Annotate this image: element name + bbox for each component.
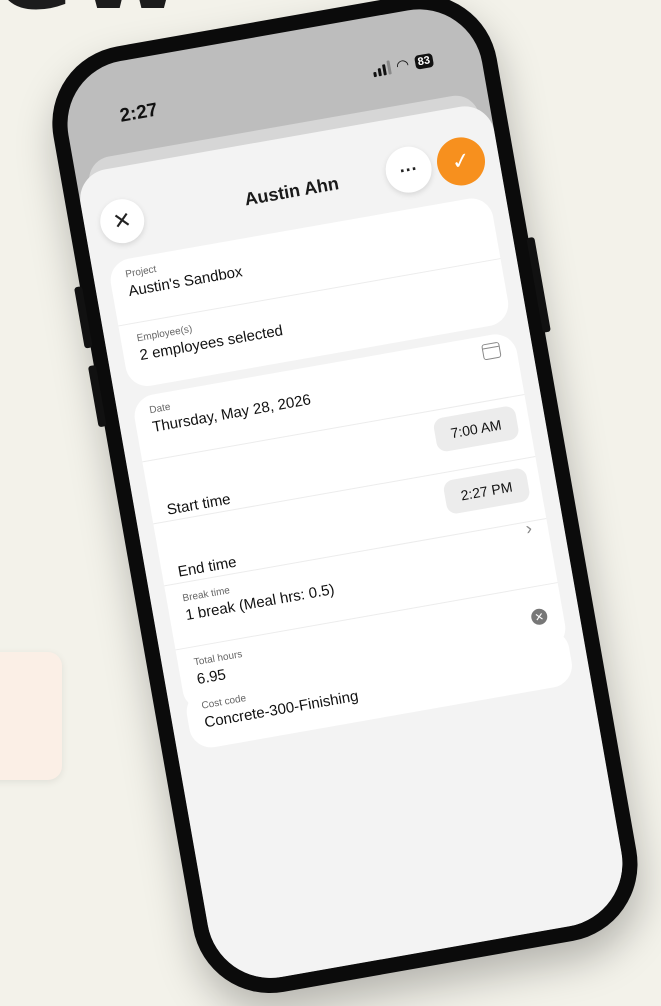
confirm-button[interactable]: ✓ — [433, 133, 489, 190]
calendar-icon[interactable] — [481, 341, 502, 361]
page-headline: ew — [0, 0, 187, 26]
battery-icon: 83 — [413, 52, 435, 70]
signal-icon — [371, 60, 392, 78]
phone-mockup: 2:27 ◠ 83 ✕ Austin Ahn ··· ✓ Project Aus… — [40, 0, 650, 1006]
status-time: 2:27 — [118, 99, 160, 127]
check-icon: ✓ — [449, 147, 473, 175]
timecard-sheet: ✕ Austin Ahn ··· ✓ Project Austin's Sand… — [75, 101, 633, 989]
more-icon: ··· — [397, 157, 420, 181]
wifi-icon: ◠ — [394, 56, 411, 76]
end-time-value[interactable]: 2:27 PM — [442, 466, 531, 516]
status-icons: ◠ 83 — [371, 51, 435, 79]
phone-screen: 2:27 ◠ 83 ✕ Austin Ahn ··· ✓ Project Aus… — [57, 0, 633, 989]
start-time-value[interactable]: 7:00 AM — [431, 404, 521, 453]
more-options-button[interactable]: ··· — [381, 143, 436, 197]
side-card — [0, 652, 62, 780]
